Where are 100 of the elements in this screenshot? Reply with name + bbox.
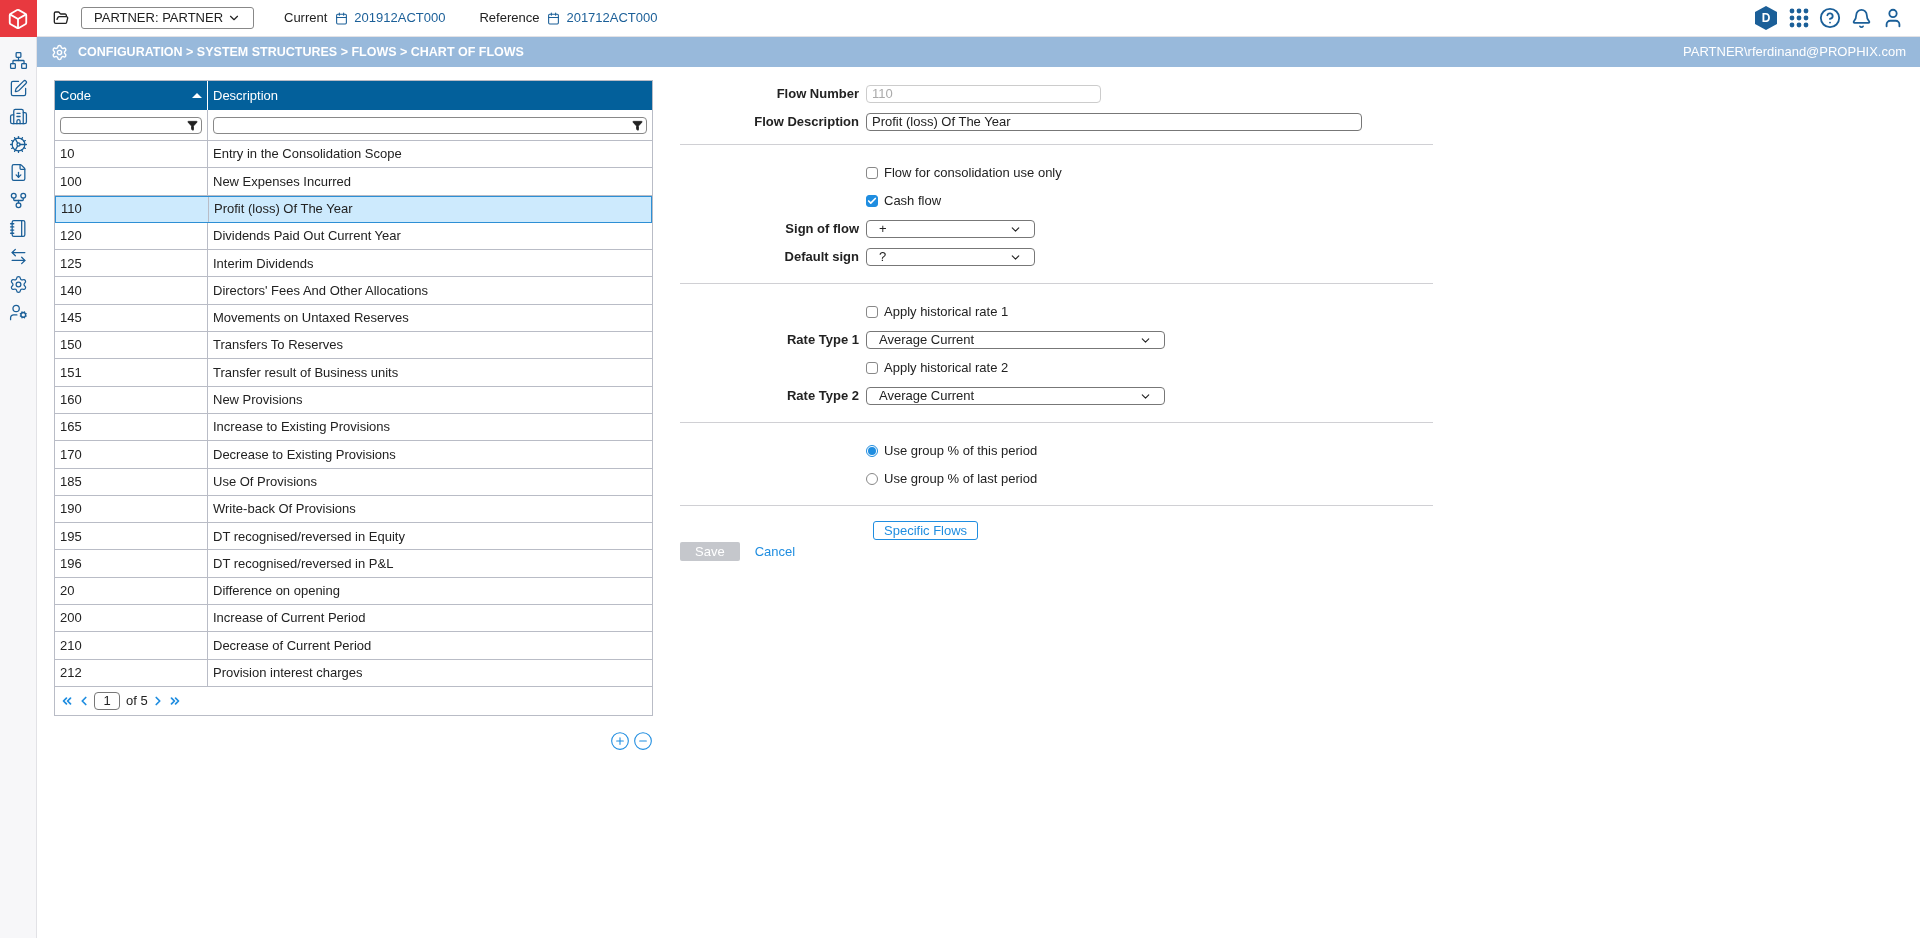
table-cell: 145: [55, 304, 208, 332]
checkbox[interactable]: Cash flow: [866, 191, 942, 211]
apps-grid-icon[interactable]: [1789, 8, 1809, 28]
table-cell: 120: [55, 222, 208, 250]
table-cell: 150: [55, 332, 208, 359]
table-row[interactable]: 125 Interim Dividends: [55, 250, 652, 278]
table-row[interactable]: 151 Transfer result of Business units: [55, 359, 652, 387]
table-cell-text: Use Of Provisions: [212, 472, 319, 491]
table-cell: 110: [56, 196, 209, 222]
table-cell: 10: [55, 141, 208, 168]
table-cell: 195: [55, 523, 208, 550]
table-cell-text: New Provisions: [212, 391, 304, 410]
calendar-icon: [335, 11, 349, 25]
field-label: Rate Type 1: [787, 332, 859, 348]
filter-field[interactable]: [60, 116, 202, 134]
table-cell-text: Movements on Untaxed Reserves: [212, 309, 410, 328]
table-cell: 170: [55, 441, 208, 468]
table-cell-text: Entry in the Consolidation Scope: [212, 145, 403, 164]
dropdown[interactable]: ?: [866, 248, 1035, 266]
table-cell-text: Increase to Existing Provisions: [212, 418, 392, 437]
table-row[interactable]: 140 Directors' Fees And Other Allocations: [55, 277, 652, 305]
column-header[interactable]: Code: [55, 81, 208, 110]
field-label: Flow Description: [754, 114, 859, 130]
app-logo[interactable]: [0, 0, 37, 37]
table-row[interactable]: 196 DT recognised/reversed in P&L: [55, 550, 652, 578]
table-cell: 125: [55, 250, 208, 277]
radio-option[interactable]: Use group % of last period: [866, 469, 1038, 489]
filter-field[interactable]: [213, 116, 647, 134]
table-row[interactable]: 210 Decrease of Current Period: [55, 632, 652, 660]
table-row[interactable]: 185 Use Of Provisions: [55, 468, 652, 496]
dropdown[interactable]: Average Current: [866, 387, 1165, 405]
table-cell-text: Write-back Of Provisions: [212, 500, 357, 519]
reference-label: Reference: [479, 9, 540, 28]
check-icon: [867, 196, 877, 206]
table-cell-text: DT recognised/reversed in Equity: [212, 527, 406, 546]
folder-icon[interactable]: [53, 10, 69, 26]
field-label: Rate Type 2: [787, 388, 859, 404]
specific-flows-button[interactable]: Specific Flows: [873, 521, 979, 540]
table-cell: 165: [55, 413, 208, 441]
table-row[interactable]: 195 DT recognised/reversed in Equity: [55, 523, 652, 551]
cube-icon: [7, 7, 29, 30]
table-cell: 185: [55, 468, 208, 495]
table-row[interactable]: 110 Profit (loss) Of The Year: [55, 195, 652, 223]
dropdown[interactable]: +: [866, 220, 1035, 238]
table-cell-text: Directors' Fees And Other Allocations: [212, 281, 429, 300]
calendar-icon: [547, 11, 561, 25]
checkbox[interactable]: Flow for consolidation use only: [866, 163, 1062, 183]
table-row[interactable]: 100 New Expenses Incurred: [55, 168, 652, 196]
table-row[interactable]: 120 Dividends Paid Out Current Year: [55, 222, 652, 251]
filter-icon: [187, 119, 198, 131]
table-cell-text: Difference on opening: [212, 582, 341, 601]
add-icon[interactable]: [610, 730, 630, 751]
table-cell-text: Transfer result of Business units: [212, 363, 400, 382]
help-icon[interactable]: [1819, 7, 1841, 29]
filter-icon: [632, 119, 643, 131]
table-cell-text: Transfers To Reserves: [212, 336, 345, 355]
field-label: Sign of flow: [785, 221, 859, 237]
current-period-link[interactable]: 201912ACT000: [354, 8, 446, 28]
checkbox[interactable]: Apply historical rate 1: [866, 302, 1009, 322]
table-row[interactable]: 10 Entry in the Consolidation Scope: [55, 141, 652, 169]
table-row[interactable]: 170 Decrease to Existing Provisions: [55, 441, 652, 469]
entity-dropdown[interactable]: PARTNER: PARTNER: [81, 7, 254, 29]
user-email: PARTNER\rferdinand@PROPHIX.com: [1683, 43, 1906, 62]
table-cell: 196: [55, 550, 208, 577]
sort-ascending-icon: [192, 93, 202, 98]
table-cell-text: DT recognised/reversed in P&L: [212, 554, 395, 573]
table-cell-text: Interim Dividends: [212, 254, 315, 273]
table-cell: 200: [55, 605, 208, 632]
cog-icon[interactable]: [7, 133, 29, 155]
dropdown[interactable]: Average Current: [866, 331, 1165, 349]
gear-icon: [51, 43, 68, 61]
table-row[interactable]: 150 Transfers To Reserves: [55, 332, 652, 360]
table-cell-text: Increase of Current Period: [212, 609, 367, 628]
notifications-icon[interactable]: [1851, 7, 1872, 29]
table-cell: 20: [55, 577, 208, 605]
table-cell-text: New Expenses Incurred: [212, 172, 352, 191]
table-row[interactable]: 200 Increase of Current Period: [55, 605, 652, 633]
field-label: Default sign: [784, 249, 859, 265]
table-cell: 190: [55, 495, 208, 523]
checkbox[interactable]: Apply historical rate 2: [866, 358, 1009, 378]
reference-period-link[interactable]: 201712ACT000: [566, 8, 658, 28]
hexagon-badge[interactable]: D: [1755, 6, 1777, 30]
table-row[interactable]: 145 Movements on Untaxed Reserves: [55, 304, 652, 333]
table-cell: 212: [55, 659, 208, 686]
remove-icon[interactable]: [633, 730, 653, 751]
field-label: Flow Number: [776, 86, 859, 102]
table-row[interactable]: 190 Write-back Of Provisions: [55, 495, 652, 524]
cancel-link[interactable]: Cancel: [754, 542, 796, 562]
table-row[interactable]: 212 Provision interest charges: [55, 659, 652, 687]
column-header[interactable]: Description: [208, 81, 652, 110]
page-count: of 5: [126, 692, 148, 711]
table-cell: 100: [55, 168, 208, 195]
table-row[interactable]: 165 Increase to Existing Provisions: [55, 413, 652, 442]
hierarchy-icon[interactable]: [7, 49, 29, 71]
table-row[interactable]: 160 New Provisions: [55, 386, 652, 414]
table-cell: 160: [55, 386, 208, 413]
flow-description-field[interactable]: Profit (loss) Of The Year: [866, 113, 1362, 131]
table-row[interactable]: 20 Difference on opening: [55, 577, 652, 606]
page-field[interactable]: 1: [94, 691, 120, 710]
radio-option[interactable]: Use group % of this period: [866, 441, 1038, 461]
